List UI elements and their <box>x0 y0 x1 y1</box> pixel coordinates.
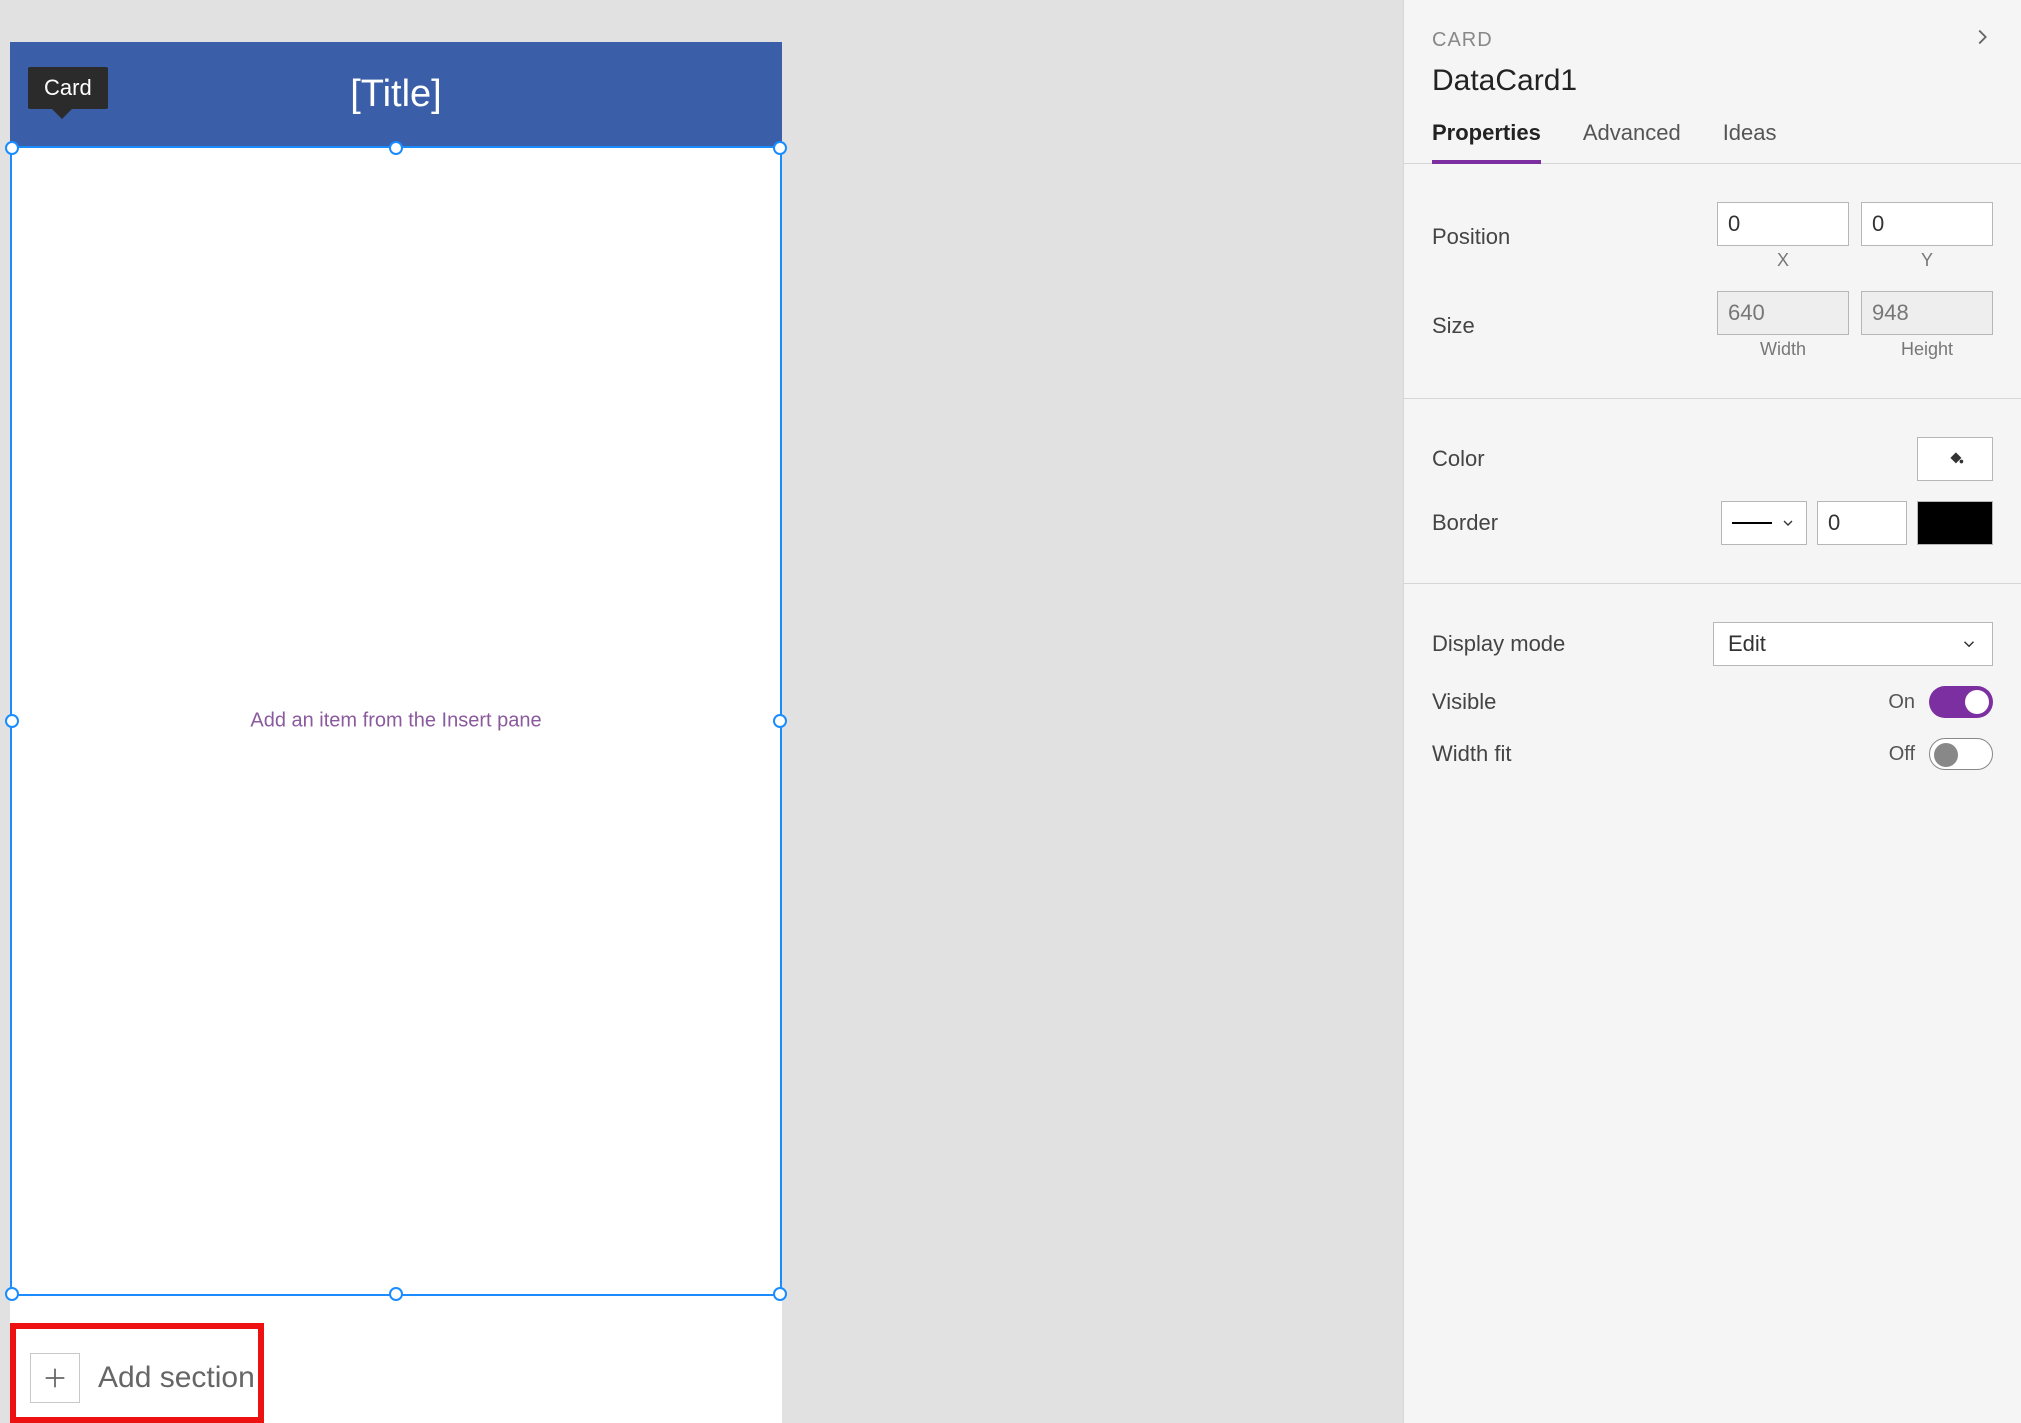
datacard-placeholder: Add an item from the Insert pane <box>250 710 541 733</box>
size-height-sublabel: Height <box>1861 339 1993 360</box>
display-mode-dropdown[interactable]: Edit <box>1713 622 1993 666</box>
position-x-input[interactable] <box>1717 202 1849 246</box>
color-label: Color <box>1432 446 1485 472</box>
visible-toggle[interactable] <box>1929 686 1993 718</box>
resize-handle-top-left[interactable] <box>5 141 19 155</box>
fill-bucket-icon <box>1944 445 1966 473</box>
chevron-down-icon <box>1780 515 1796 531</box>
position-y-input[interactable] <box>1861 202 1993 246</box>
canvas-area: [Title] Card Add an item from the Insert… <box>0 0 1403 1423</box>
position-x-sublabel: X <box>1717 250 1849 271</box>
resize-handle-bottom-middle[interactable] <box>389 1287 403 1301</box>
visible-state-label: On <box>1888 691 1915 714</box>
card-header: [Title] <box>10 42 782 146</box>
border-style-line-icon <box>1732 522 1772 524</box>
resize-handle-middle-right[interactable] <box>773 714 787 728</box>
size-width-sublabel: Width <box>1717 339 1849 360</box>
properties-panel: CARD DataCard1 Properties Advanced Ideas… <box>1403 0 2021 1423</box>
visible-label: Visible <box>1432 689 1496 715</box>
border-style-dropdown[interactable] <box>1721 501 1807 545</box>
border-label: Border <box>1432 510 1498 536</box>
panel-type-label: CARD <box>1432 29 1493 52</box>
card[interactable]: [Title] Card Add an item from the Insert… <box>10 42 782 1423</box>
width-fit-state-label: Off <box>1889 743 1915 766</box>
add-section-label: Add section <box>98 1361 255 1395</box>
tab-ideas[interactable]: Ideas <box>1723 120 1777 163</box>
add-section-button[interactable]: Add section <box>10 1330 782 1423</box>
display-mode-value: Edit <box>1728 631 1766 657</box>
display-mode-label: Display mode <box>1432 631 1565 657</box>
size-label: Size <box>1432 313 1475 339</box>
resize-handle-top-middle[interactable] <box>389 141 403 155</box>
card-title: [Title] <box>350 73 442 116</box>
plus-icon <box>30 1353 80 1403</box>
position-y-sublabel: Y <box>1861 250 1993 271</box>
resize-handle-top-right[interactable] <box>773 141 787 155</box>
resize-handle-bottom-left[interactable] <box>5 1287 19 1301</box>
width-fit-label: Width fit <box>1432 741 1511 767</box>
border-width-input[interactable] <box>1817 501 1907 545</box>
tab-properties[interactable]: Properties <box>1432 120 1541 164</box>
panel-tabs: Properties Advanced Ideas <box>1404 120 2021 164</box>
width-fit-toggle[interactable] <box>1929 738 1993 770</box>
chevron-down-icon <box>1960 635 1978 653</box>
resize-handle-middle-left[interactable] <box>5 714 19 728</box>
size-height-input[interactable] <box>1861 291 1993 335</box>
chevron-right-icon[interactable] <box>1971 26 1993 54</box>
tab-advanced[interactable]: Advanced <box>1583 120 1681 163</box>
datacard-selection[interactable]: Add an item from the Insert pane <box>10 146 782 1296</box>
position-label: Position <box>1432 224 1510 250</box>
border-color-swatch[interactable] <box>1917 501 1993 545</box>
size-width-input[interactable] <box>1717 291 1849 335</box>
color-picker-button[interactable] <box>1917 437 1993 481</box>
panel-control-name: DataCard1 <box>1432 64 1993 98</box>
resize-handle-bottom-right[interactable] <box>773 1287 787 1301</box>
card-tooltip: Card <box>28 67 108 109</box>
